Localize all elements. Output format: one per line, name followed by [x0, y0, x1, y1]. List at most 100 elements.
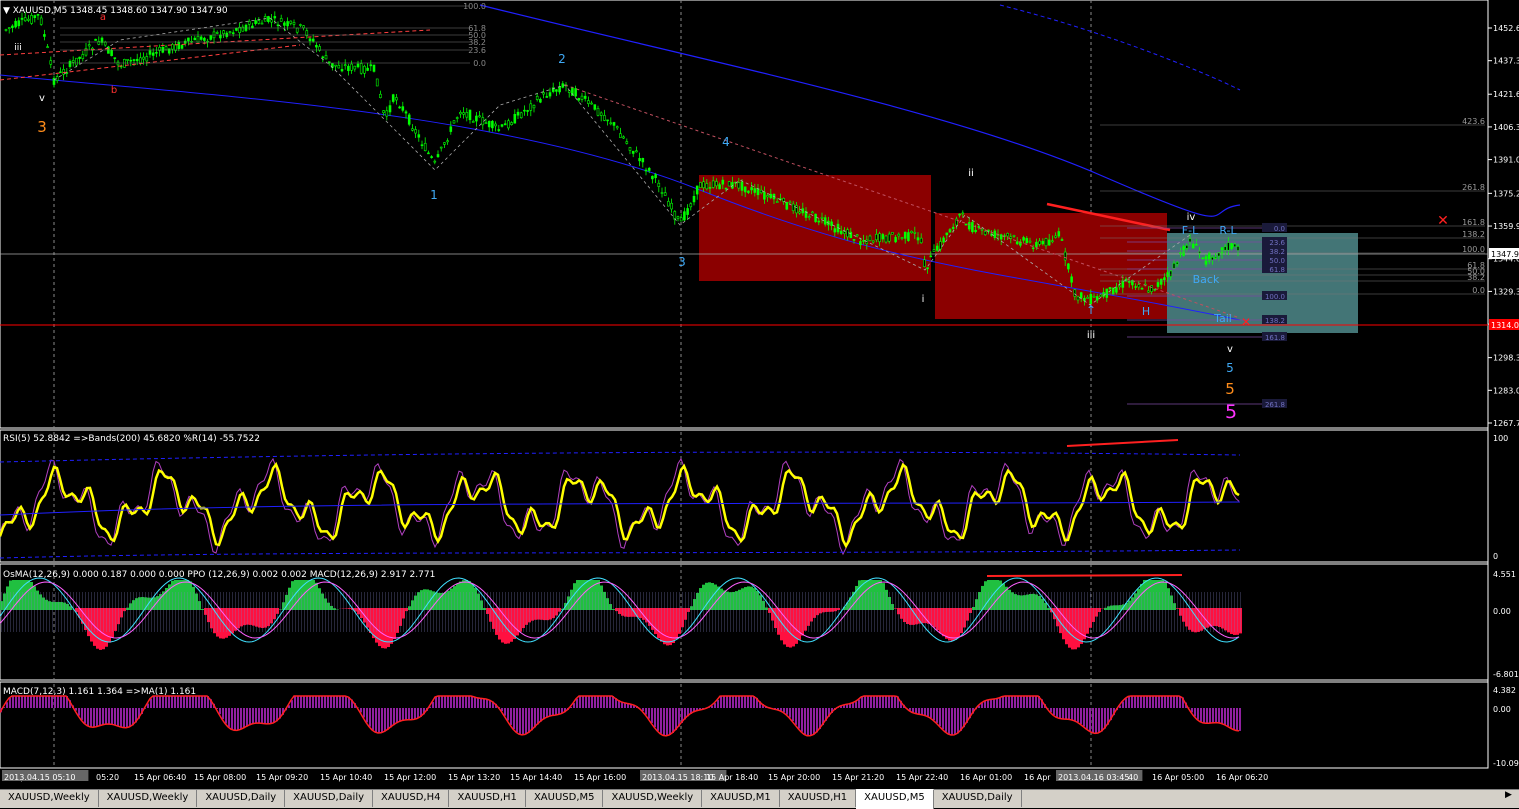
macd-bar: [594, 696, 596, 708]
macd-bar: [9, 698, 11, 708]
time-tick-label: 2013.04.15 05:10: [4, 773, 75, 782]
macd-bar: [954, 708, 956, 735]
macd-bar: [87, 708, 89, 726]
tab-xauusd-daily[interactable]: XAUUSD,Daily: [285, 790, 373, 807]
tab-xauusd-daily[interactable]: XAUUSD,Daily: [197, 790, 285, 807]
candle-body: [744, 187, 746, 192]
candle-body: [1051, 241, 1053, 242]
macd-bar: [1092, 708, 1094, 733]
macd-bar: [672, 708, 674, 733]
macd-bar: [129, 708, 131, 727]
rsi-header: RSI(5) 52.8842 =>Bands(200) 45.6820 %R(1…: [3, 434, 260, 444]
macd-bar: [1155, 696, 1157, 708]
macd-bar: [660, 708, 662, 734]
candle-body: [591, 103, 593, 104]
candle-body: [1170, 271, 1172, 277]
candle-body: [834, 229, 836, 233]
candle-body: [1112, 288, 1114, 294]
macd-bar: [195, 696, 197, 708]
candle-body: [136, 59, 138, 61]
macd-bar: [735, 696, 737, 708]
tab-xauusd-daily[interactable]: XAUUSD,Daily: [934, 790, 1022, 807]
macd-bar: [534, 708, 536, 727]
macd-bar: [1179, 696, 1181, 708]
candle-body: [341, 69, 343, 71]
tab-xauusd-h4[interactable]: XAUUSD,H4: [373, 790, 449, 807]
chart-menu-icon[interactable]: ▼: [3, 6, 10, 16]
candle-body: [674, 211, 676, 219]
candle-body: [1224, 247, 1226, 251]
chart-canvas[interactable]: 1452.61437.31421.61406.31391.01375.21359…: [0, 0, 1519, 789]
label-h: H: [1142, 305, 1150, 318]
candle-body: [479, 116, 481, 117]
macd-bar: [477, 698, 479, 708]
candle-body: [872, 241, 874, 242]
macd-bar: [405, 708, 407, 720]
macd-bar: [732, 696, 734, 708]
time-tick-label: 15 Apr 16:00: [574, 773, 626, 782]
osma-tick-zero: 0.00: [1493, 607, 1511, 616]
main-chart-header: ▼ XAUUSD,M5 1348.45 1348.60 1347.90 1347…: [3, 6, 228, 16]
tab-xauusd-m5[interactable]: XAUUSD,M5: [526, 790, 604, 807]
macd-bar: [879, 696, 881, 708]
macd-bar: [888, 696, 890, 708]
fib-right-label: 423.6: [1462, 117, 1485, 126]
candle-body: [610, 123, 612, 124]
macd-bar: [675, 708, 677, 730]
macd-bar: [858, 700, 860, 708]
macd-bar: [45, 696, 47, 708]
tab-xauusd-weekly[interactable]: XAUUSD,Weekly: [99, 790, 198, 807]
tab-xauusd-weekly[interactable]: XAUUSD,Weekly: [603, 790, 702, 807]
time-tick-label: 15 Apr 09:20: [256, 773, 308, 782]
candle-body: [715, 181, 717, 185]
macd-bar: [159, 696, 161, 708]
fib-top-label: 23.6: [468, 46, 486, 55]
tab-xauusd-m5[interactable]: XAUUSD,M5: [856, 789, 934, 809]
current-price-tag-label: 1347.9: [1491, 250, 1519, 259]
candle-body: [818, 221, 820, 222]
macd-bar: [453, 696, 455, 708]
tab-xauusd-weekly[interactable]: XAUUSD,Weekly: [0, 790, 99, 807]
macd-bar: [375, 708, 377, 732]
candle-body: [1071, 277, 1073, 282]
candle-body: [802, 209, 804, 213]
candle-body: [626, 142, 628, 144]
tab-xauusd-m1[interactable]: XAUUSD,M1: [702, 790, 780, 807]
macd-bar: [231, 708, 233, 729]
macd-bar: [1125, 699, 1127, 708]
macd-bar: [1008, 696, 1010, 708]
candle-body: [485, 123, 487, 124]
candle-body: [936, 246, 938, 250]
candle-body: [706, 184, 708, 189]
candle-body: [501, 125, 503, 127]
candle-body: [594, 105, 596, 110]
tab-xauusd-h1[interactable]: XAUUSD,H1: [449, 790, 525, 807]
fib-right-label: 161.8: [1462, 218, 1485, 227]
macd-bar: [1131, 696, 1133, 708]
candle-body: [197, 36, 199, 42]
macd-bar: [609, 696, 611, 708]
candle-body: [1237, 246, 1239, 250]
tab-xauusd-h1[interactable]: XAUUSD,H1: [780, 790, 856, 807]
candle-body: [751, 187, 753, 189]
macd-bar: [723, 696, 725, 708]
macd-bar: [1236, 708, 1238, 731]
candle-body: [1221, 248, 1223, 254]
tab-scroll-icon[interactable]: ▶: [1505, 790, 1517, 803]
candle-body: [693, 196, 695, 202]
candle-body: [370, 65, 372, 66]
candle-body: [139, 58, 141, 63]
macd-bar: [798, 708, 800, 729]
candle-body: [475, 116, 477, 121]
candle-body: [488, 121, 490, 127]
panel-frame: [0, 430, 1488, 562]
candle-body: [290, 21, 292, 23]
macd-bar: [114, 708, 116, 725]
candle-body: [898, 234, 900, 236]
time-tick-label: 15 Apr 12:00: [384, 773, 436, 782]
candle-body: [786, 202, 788, 209]
price-tick-label: 1375.2: [1493, 189, 1519, 198]
candle-body: [946, 233, 948, 235]
candle-body: [283, 23, 285, 26]
candle-body: [1163, 278, 1165, 280]
